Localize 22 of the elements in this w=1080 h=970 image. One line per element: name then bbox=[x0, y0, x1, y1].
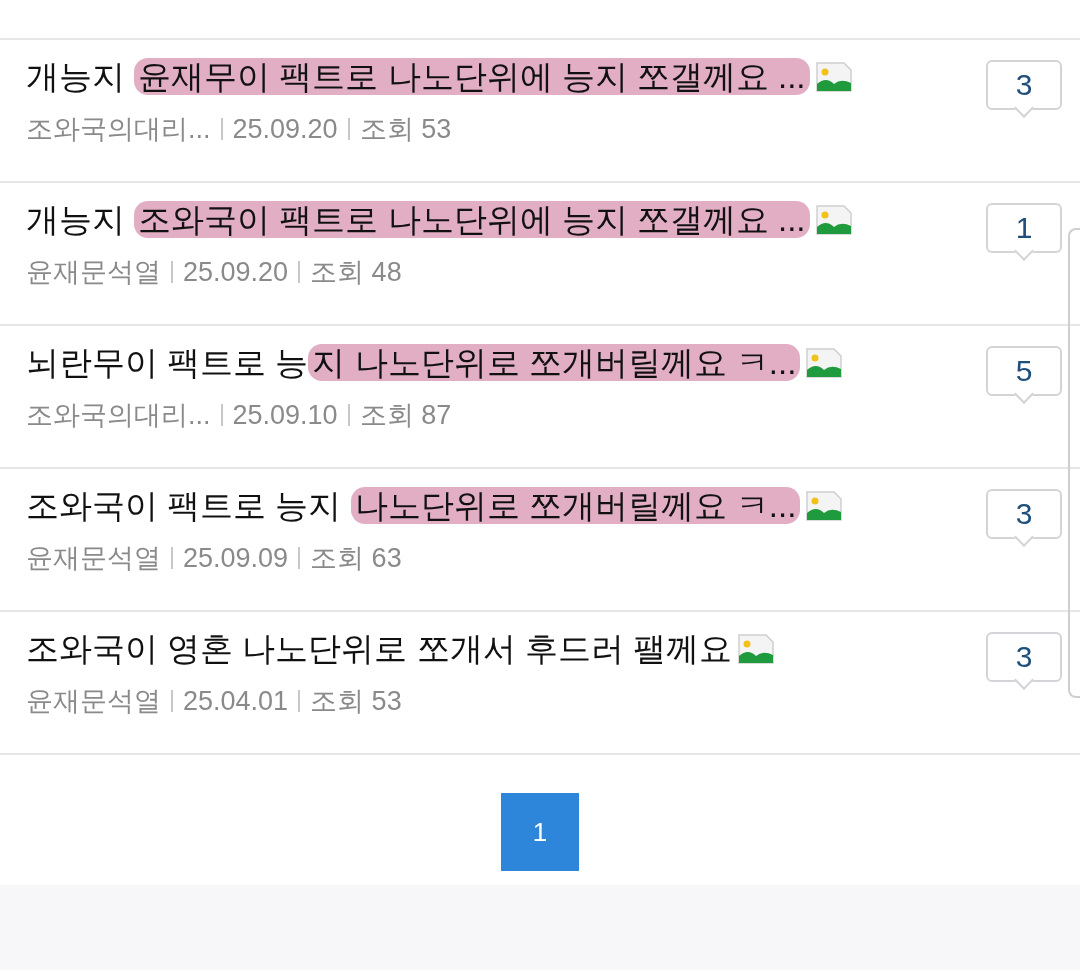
author-name: 윤재문석열 bbox=[26, 541, 161, 575]
post-date: 25.09.20 bbox=[183, 255, 289, 289]
view-count: 조회 48 bbox=[310, 255, 402, 289]
author-name: 윤재문석열 bbox=[26, 255, 161, 289]
post-date: 25.09.20 bbox=[232, 112, 338, 146]
view-count: 조회 53 bbox=[310, 684, 402, 718]
comment-count: 3 bbox=[986, 489, 1062, 553]
view-count: 조회 87 bbox=[359, 398, 452, 432]
post-title[interactable]: 조와국이 영혼 나노단위로 쪼개서 후드러 팰께요 bbox=[26, 628, 732, 671]
view-count: 조회 63 bbox=[310, 541, 402, 575]
post-date: 25.04.01 bbox=[183, 684, 289, 718]
page-button[interactable]: 1 bbox=[501, 793, 579, 871]
post-date: 25.09.09 bbox=[183, 541, 289, 575]
comment-count: 1 bbox=[986, 203, 1062, 267]
comment-count: 5 bbox=[986, 346, 1062, 410]
author-name: 조와국의대리... bbox=[26, 112, 211, 146]
author-name: 윤재문석열 bbox=[26, 684, 161, 718]
author-name: 조와국의대리... bbox=[26, 398, 211, 432]
view-count: 조회 53 bbox=[359, 112, 452, 146]
comment-count: 3 bbox=[986, 60, 1062, 124]
post-date: 25.09.10 bbox=[232, 398, 338, 432]
comment-count: 3 bbox=[986, 632, 1062, 696]
